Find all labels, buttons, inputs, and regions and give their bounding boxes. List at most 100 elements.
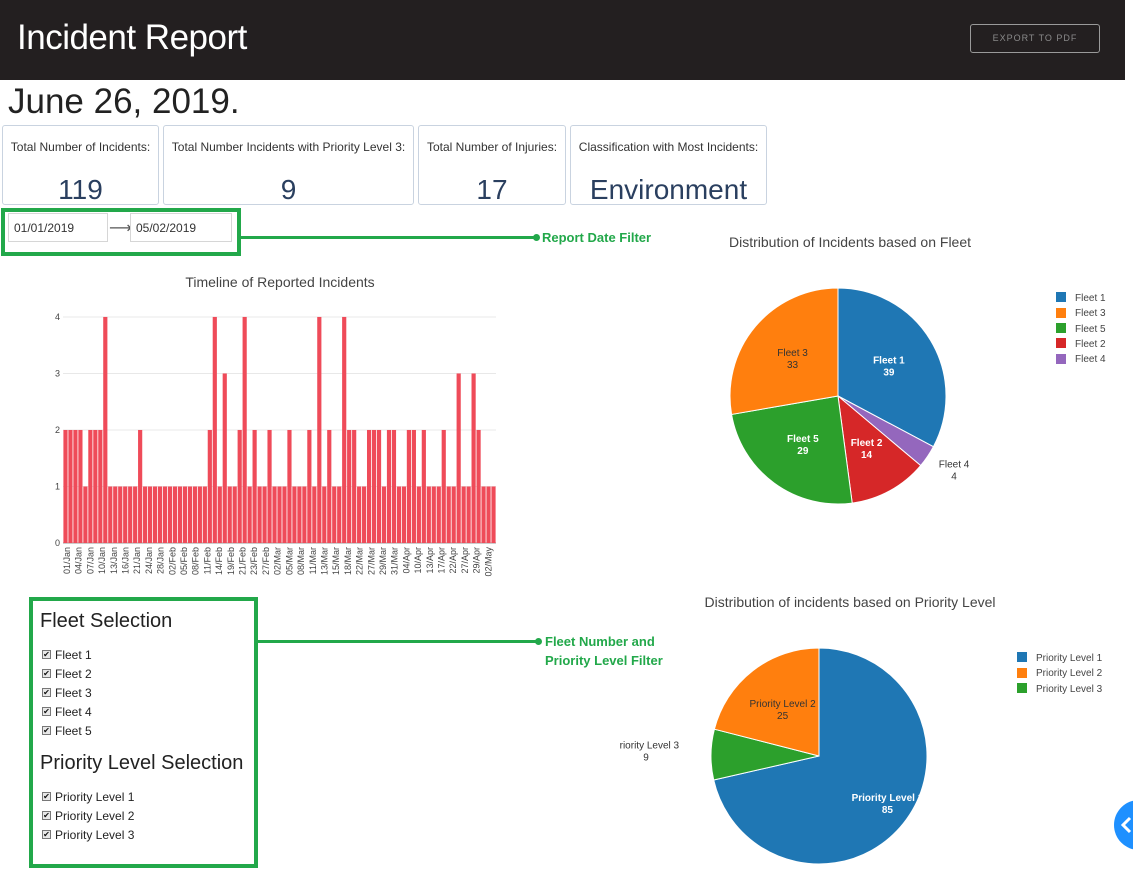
legend-item-fleet-3[interactable]: Fleet 3 [1056,307,1106,321]
y-tick-label: 4 [55,312,60,322]
legend-swatch [1056,322,1066,333]
arrow-right-icon: ⟶ [109,220,132,237]
bar [362,486,367,543]
bar [292,486,297,543]
bar [197,486,202,543]
pie-slice-label: Priority Level 2 [750,699,817,710]
y-tick-label: 2 [55,425,60,435]
priority-checkbox-priority-level-3[interactable]: ✔ Priority Level 3 [42,827,134,843]
bar [78,429,83,543]
bar [491,486,496,543]
bar [342,316,347,543]
x-tick-label: 27/Feb [261,547,271,575]
legend-swatch [1017,682,1027,693]
x-tick-label: 17/Apr [436,547,446,574]
legend-item-priority-level-1[interactable]: Priority Level 1 [1017,652,1102,666]
checkbox-checked-icon[interactable]: ✔ [42,669,51,679]
fleet-selection-title: Fleet Selection [40,610,173,632]
priority-checkbox-priority-level-2[interactable]: ✔ Priority Level 2 [42,808,134,824]
bar [262,486,267,543]
legend-item-fleet-1[interactable]: Fleet 1 [1056,292,1106,306]
bar [73,429,78,543]
page-title: Incident Report [17,18,247,57]
legend-label: Fleet 1 [1075,293,1106,304]
kpi-value: 17 [476,174,508,205]
start-date-input[interactable] [8,213,108,242]
kpi-card-priority-3-incidents: Total Number Incidents with Priority Lev… [163,125,414,205]
legend-item-priority-level-3[interactable]: Priority Level 3 [1017,682,1102,697]
fleet-filter-connector [258,640,538,643]
fleet-checkbox-fleet-5[interactable]: ✔ Fleet 5 [42,723,92,739]
checkbox-label: Priority Level 2 [55,809,135,823]
fleet-checkbox-fleet-3[interactable]: ✔ Fleet 3 [42,685,92,701]
fleet-checkbox-fleet-1[interactable]: ✔ Fleet 1 [42,647,92,663]
x-tick-label: 23/Feb [249,547,259,575]
pie-slice-label: Fleet 1 [873,355,905,366]
fleet-checkbox-fleet-4[interactable]: ✔ Fleet 4 [42,704,92,720]
x-tick-label: 19/Feb [226,547,236,575]
priority-checkbox-priority-level-1[interactable]: ✔ Priority Level 1 [42,789,134,805]
bar [192,486,197,543]
top-header-bar: Incident Report EXPORT TO PDF [0,0,1125,80]
bar [133,486,138,543]
x-tick-label: 13/Jan [109,547,119,574]
checkbox-checked-icon[interactable]: ✔ [42,792,51,802]
x-tick-label: 11/Mar [308,547,318,574]
x-tick-label: 11/Feb [202,547,212,574]
bar [426,486,431,543]
pie-slice-label: Fleet 5 [787,434,819,445]
checkbox-checked-icon[interactable]: ✔ [42,707,51,717]
fleet-checkbox-fleet-2[interactable]: ✔ Fleet 2 [42,666,92,682]
bar [88,429,93,543]
legend-swatch [1056,292,1066,303]
x-tick-label: 16/Jan [121,547,131,574]
checkbox-checked-icon[interactable]: ✔ [42,830,51,840]
checkbox-checked-icon[interactable]: ✔ [42,811,51,821]
export-to-pdf-button[interactable]: EXPORT TO PDF [970,24,1100,53]
kpi-card-injuries: Total Number of Injuries: 17 [418,125,566,205]
legend-item-fleet-5[interactable]: Fleet 5 [1056,322,1106,337]
fleet-filter-annotation: Fleet Number and Priority Level Filter [545,632,663,670]
checkbox-checked-icon[interactable]: ✔ [42,688,51,698]
end-date-input[interactable] [130,213,232,242]
bar [247,486,252,543]
bar [416,486,421,543]
bar [267,429,272,543]
checkbox-checked-icon[interactable]: ✔ [42,650,51,660]
annotation-line-1: Fleet Number and [545,634,655,649]
checkbox-label: Priority Level 3 [55,828,135,842]
bar [322,486,327,543]
bar [456,373,461,543]
x-tick-label: 24/Jan [144,547,154,574]
bar [257,486,262,543]
bar [352,429,357,543]
x-tick-label: 28/Jan [156,547,166,574]
legend-item-fleet-4[interactable]: Fleet 4 [1056,353,1106,367]
pie-slice-value: 14 [861,450,873,461]
date-filter-connector [241,236,536,239]
bar [187,486,193,543]
x-tick-label: 08/Feb [191,547,201,575]
fleet-pie-chart: Fleet 139 Fleet 44 Fleet 214 Fleet 529 Fleet… [729,287,970,505]
pie-slice-label: Priority Level 1 [852,793,924,804]
bar [227,486,232,543]
y-tick-label: 1 [55,481,60,491]
bar [481,486,486,543]
report-date-heading: June 26, 2019. [8,82,240,121]
legend-item-priority-level-2[interactable]: Priority Level 2 [1017,667,1102,681]
bar [68,429,73,543]
bar [317,316,322,543]
bar [123,486,128,543]
legend-label: Fleet 3 [1075,308,1106,320]
x-tick-label: 13/Apr [425,547,435,574]
bar [162,486,168,543]
x-tick-label: 22/Mar [355,547,365,575]
floating-action-button[interactable] [1114,800,1133,850]
x-tick-label: 07/Jan [85,547,95,574]
legend-item-fleet-2[interactable]: Fleet 2 [1056,338,1106,352]
x-tick-label: 04/Apr [401,547,411,574]
legend-label: Fleet 2 [1075,338,1106,350]
checkbox-label: Priority Level 1 [55,790,135,804]
bar [307,429,312,543]
checkbox-checked-icon[interactable]: ✔ [42,726,51,736]
